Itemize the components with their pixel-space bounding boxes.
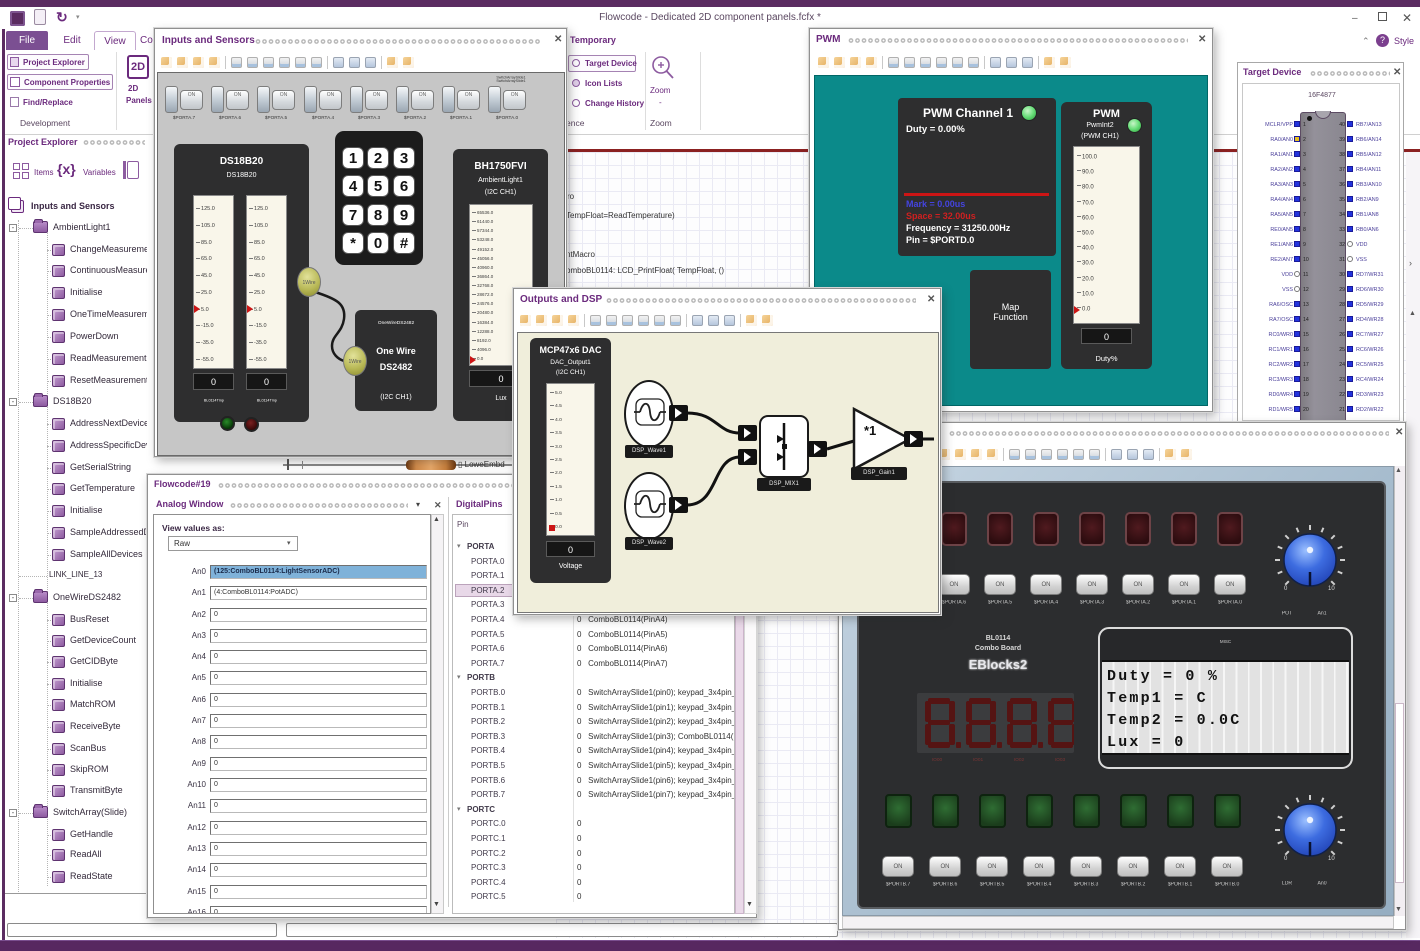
svg-text:0: 0: [1284, 856, 1288, 862]
svg-text:0: 0: [1284, 586, 1288, 592]
svg-text:*1: *1: [864, 423, 876, 438]
svg-text:10: 10: [1328, 856, 1335, 862]
svg-text:10: 10: [1328, 586, 1335, 592]
